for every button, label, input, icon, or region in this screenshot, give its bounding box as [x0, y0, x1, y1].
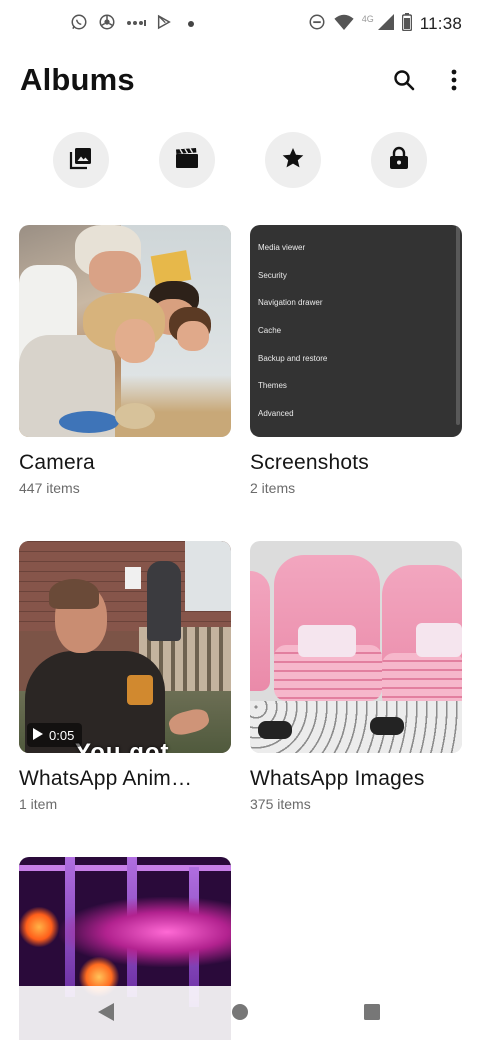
- thumbnail-caption: You got: [75, 739, 170, 753]
- menu-item: Cache: [258, 326, 282, 336]
- album-screenshots[interactable]: Media viewer Security Navigation drawer …: [250, 225, 462, 496]
- recents-icon: [363, 1003, 381, 1026]
- menu-item: Media viewer: [258, 243, 306, 252]
- screenshot-menu-preview: Media viewer Security Navigation drawer …: [258, 241, 327, 435]
- overflow-menu-button[interactable]: [436, 64, 472, 100]
- search-icon: [392, 68, 416, 97]
- app-bar: Albums: [0, 58, 480, 106]
- album-item-count: 1 item: [19, 796, 58, 812]
- recents-button[interactable]: [358, 1000, 386, 1028]
- videos-filter-button[interactable]: [159, 132, 215, 188]
- vault-filter-button[interactable]: [371, 132, 427, 188]
- status-notification-icons: [70, 12, 194, 36]
- home-icon: [231, 1003, 249, 1026]
- quick-filters: [0, 132, 480, 188]
- album-thumbnail: You got 0:05: [19, 541, 231, 753]
- vault-icon: [388, 146, 410, 175]
- album-whatsapp-animated[interactable]: You got 0:05 WhatsApp Anim… 1 item: [19, 541, 231, 812]
- menu-item: Navigation drawer: [258, 298, 323, 308]
- photos-icon: [69, 146, 93, 175]
- album-thumbnail: Media viewer Security Navigation drawer …: [250, 225, 462, 437]
- album-item-count: 375 items: [250, 796, 311, 812]
- more-dots-icon: [126, 15, 146, 33]
- album-thumbnail: [250, 541, 462, 753]
- menu-item: Backup and restore: [258, 353, 328, 363]
- album-whatsapp-images[interactable]: WhatsApp Images 375 items: [250, 541, 462, 812]
- play-icon: [33, 727, 43, 743]
- home-button[interactable]: [226, 1000, 254, 1028]
- favorites-filter-button[interactable]: [265, 132, 321, 188]
- back-icon: [97, 1002, 115, 1027]
- more-vert-icon: [451, 69, 457, 96]
- favorites-icon: [281, 146, 305, 175]
- album-item-count: 2 items: [250, 480, 296, 496]
- menu-item: Advanced: [258, 409, 294, 419]
- dot-icon: [188, 21, 194, 27]
- album-name: Screenshots: [250, 451, 369, 474]
- album-camera[interactable]: Camera 447 items: [19, 225, 231, 496]
- system-navigation-bar: [0, 986, 480, 1040]
- video-duration-badge: 0:05: [27, 723, 83, 747]
- clock: 11:38: [419, 14, 462, 33]
- videos-icon: [175, 147, 199, 174]
- menu-item: Themes: [258, 381, 287, 391]
- page-title: Albums: [20, 62, 135, 97]
- album-thumbnail: [19, 225, 231, 437]
- photos-filter-button[interactable]: [53, 132, 109, 188]
- menu-item: Security: [258, 270, 287, 280]
- network-type: 4G: [361, 14, 374, 24]
- play-store-icon: [156, 14, 172, 35]
- signal-icon: [377, 13, 394, 35]
- album-name: Camera: [19, 451, 95, 474]
- album-name: WhatsApp Anim…: [19, 767, 193, 790]
- battery-icon: [401, 12, 412, 36]
- back-button[interactable]: [92, 1000, 120, 1028]
- chrome-icon: [98, 13, 116, 36]
- search-button[interactable]: [386, 64, 422, 100]
- status-system-icons: 4G 11:38: [308, 12, 462, 36]
- video-duration: 0:05: [49, 727, 75, 743]
- wifi-icon: [334, 14, 354, 35]
- status-bar: 4G 11:38: [0, 0, 480, 48]
- album-name: WhatsApp Images: [250, 767, 425, 790]
- do-not-disturb-icon: [308, 13, 326, 36]
- album-item-count: 447 items: [19, 480, 80, 496]
- whatsapp-icon: [70, 13, 88, 36]
